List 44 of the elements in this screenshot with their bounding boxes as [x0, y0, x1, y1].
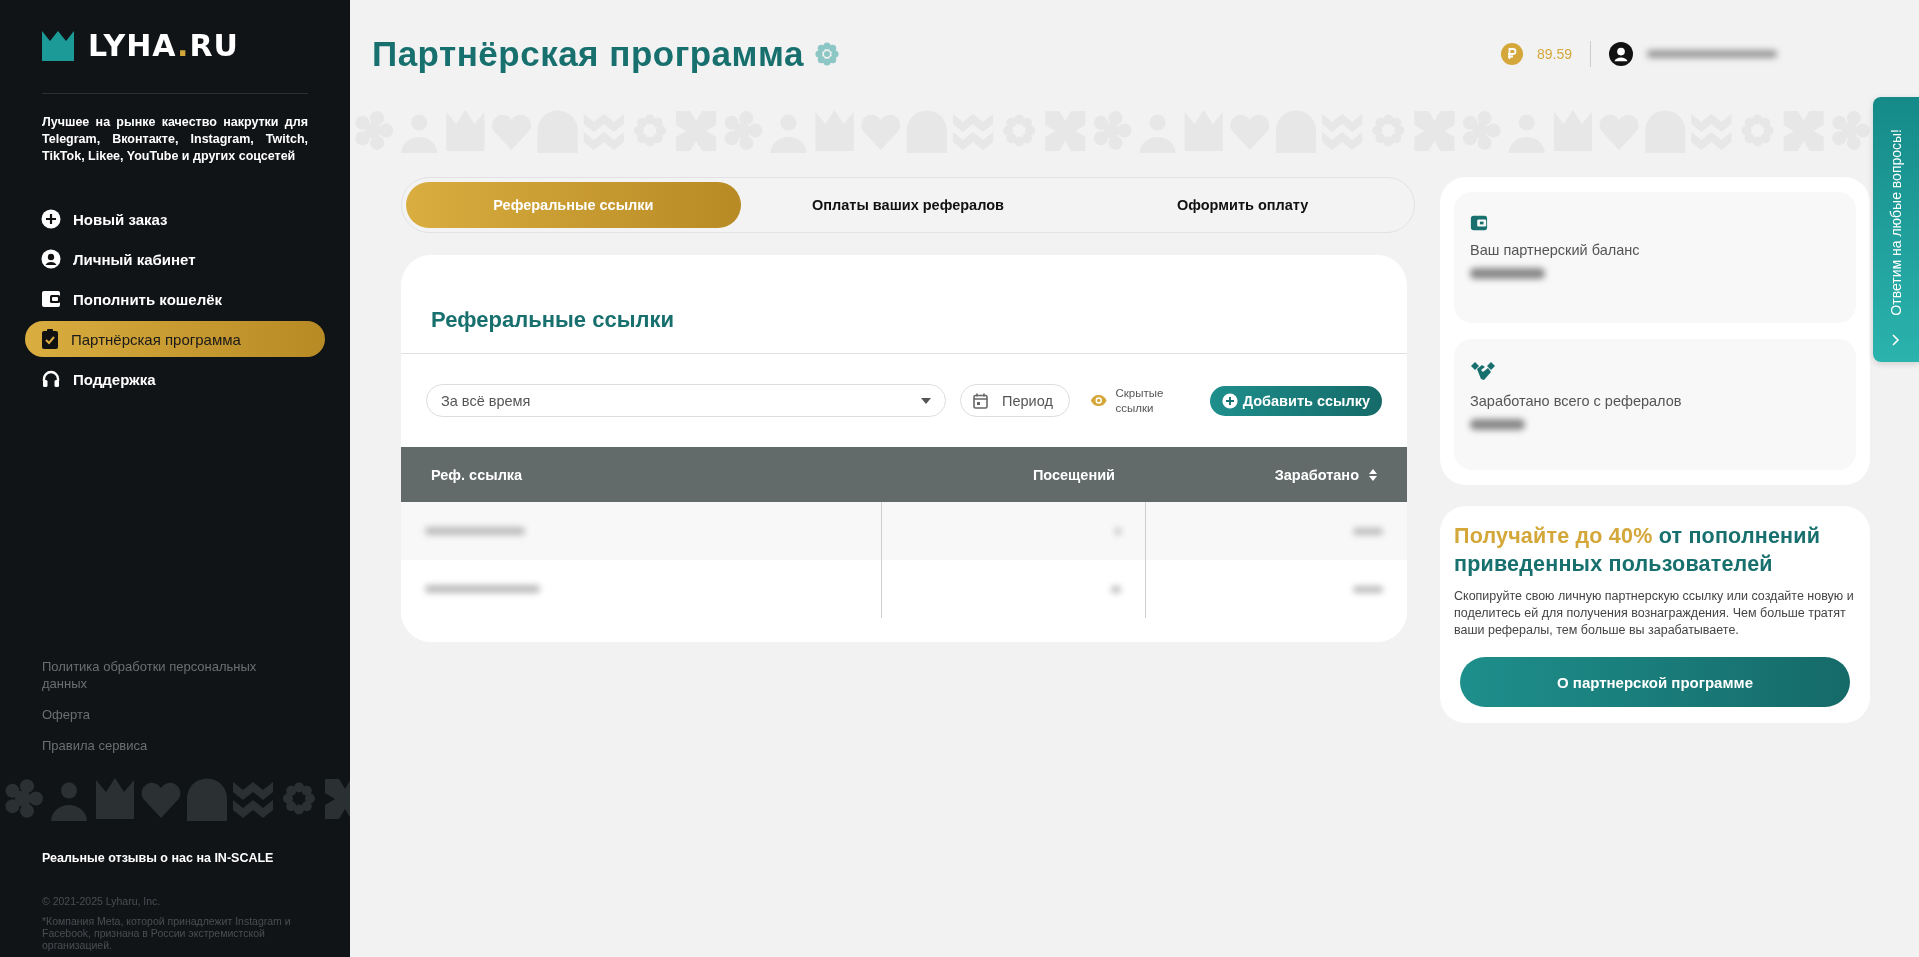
add-link-button[interactable]: Добавить ссылку	[1209, 385, 1382, 416]
sidebar-item[interactable]: Пополнить кошелёк	[25, 281, 325, 317]
redacted-text	[1111, 585, 1121, 593]
wallet-icon	[1470, 214, 1488, 232]
page-title: Партнёрская программа	[372, 34, 840, 74]
user-circle-icon[interactable]	[1609, 42, 1633, 66]
column-header: Посещений	[1032, 466, 1115, 483]
logo-text: LYHA.RU	[88, 28, 239, 63]
column-header[interactable]: Заработано	[1274, 466, 1359, 483]
footer-link[interactable]: Правила сервиса	[42, 737, 262, 754]
footer-link[interactable]: Политика обработки персональных данных	[42, 658, 262, 692]
tab[interactable]: Оплаты ваших рефералов	[740, 182, 1076, 228]
caret-icon	[921, 397, 931, 404]
sidebar-item[interactable]: Партнёрская программа	[25, 321, 325, 357]
promo-text: Скопируйте свою личную партнерскую ссылку или создайте новую и поделитесь ей для получения вознаграждения. Чем больше тратят ваши рефералы, тем больше вы зарабатываете.	[1454, 588, 1855, 639]
column-header: Реф. ссылка	[431, 466, 523, 483]
redacted-text	[1353, 527, 1383, 535]
promo-heading: Получайте до 40% от пополнений приведенных пользователей	[1454, 523, 1822, 578]
user-circle-icon	[41, 249, 61, 269]
plus-circle-icon	[41, 209, 61, 229]
ruble-coin-icon	[1500, 43, 1523, 65]
stat-label: Ваш партнерский баланс	[1470, 242, 1641, 258]
balance-amount: 89.59	[1536, 46, 1572, 62]
chevron-right-icon	[1892, 334, 1900, 346]
crown-logo-icon	[42, 30, 74, 61]
tagline: Лучшее на рынке качество накрутки для Telegram, Вконтакте, Instagram, Twitch, TikTok, Likee, YouTube и других соцсетей	[42, 114, 308, 165]
plus-circle-icon	[1221, 392, 1238, 409]
sidebar-item[interactable]: Личный кабинет	[25, 241, 325, 277]
sidebar-item[interactable]: Новый заказ	[25, 201, 325, 237]
stat-label: Заработано всего с рефералов	[1470, 393, 1683, 409]
wallet-icon	[41, 289, 61, 309]
footer-link[interactable]: Оферта	[42, 706, 262, 723]
headphones-icon	[41, 369, 61, 389]
calendar-icon	[973, 392, 988, 409]
clipboard-check-icon	[41, 329, 59, 349]
tab[interactable]: Оформить оплату	[1075, 182, 1410, 228]
sort-icon[interactable]	[1369, 468, 1377, 481]
hidden-links-toggle[interactable]: Скрытые ссылки	[1090, 385, 1186, 416]
reviews-link[interactable]: Реальные отзывы о нас на IN-SCALE	[0, 851, 350, 865]
sidebar-item[interactable]: Поддержка	[25, 361, 325, 397]
card-title: Реферальные ссылки	[401, 255, 1407, 354]
eye-icon	[1090, 393, 1108, 408]
redacted-text	[1353, 585, 1383, 593]
about-program-button[interactable]: О партнерской программе	[1460, 657, 1850, 707]
